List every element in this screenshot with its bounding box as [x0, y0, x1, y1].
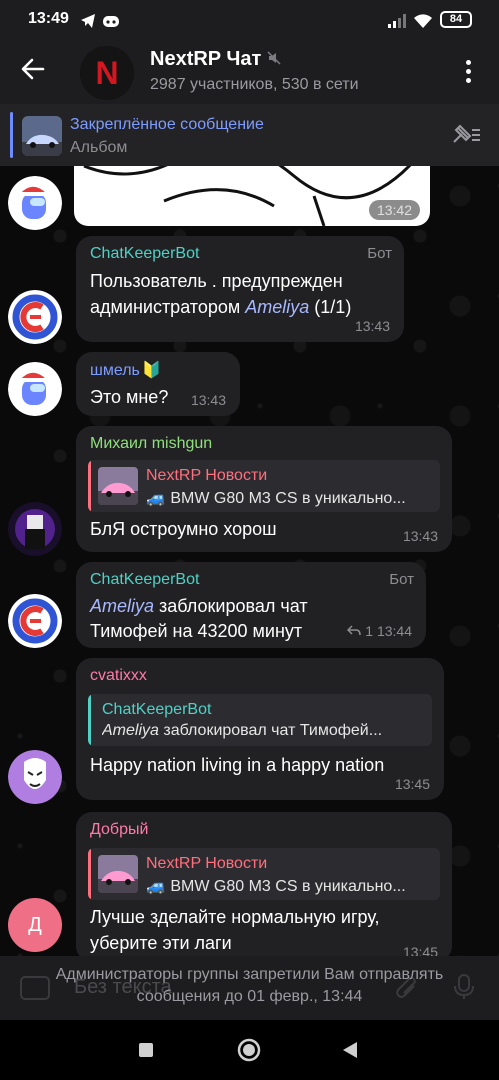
- sender-name[interactable]: шмель 🔰: [90, 360, 162, 380]
- pinned-message-bar[interactable]: Закреплённое сообщение Альбом: [0, 104, 499, 166]
- message-time: 13:43: [354, 318, 390, 334]
- mention-link[interactable]: Ameliya: [245, 297, 309, 317]
- reply-count: 1: [365, 623, 374, 639]
- wifi-icon: [413, 13, 433, 34]
- message-bubble[interactable]: ChatKeeperBot Бот Пользователь . предупр…: [76, 236, 404, 342]
- signal-icon: [387, 13, 407, 34]
- sender-name[interactable]: ChatKeeperBot: [90, 245, 199, 263]
- sender-name[interactable]: Михаил mishgun: [90, 435, 212, 453]
- chat-title[interactable]: NextRP Чат: [150, 48, 281, 71]
- composer-restricted: Без текста Администраторы группы запрети…: [0, 956, 499, 1020]
- avatar[interactable]: [8, 176, 62, 230]
- sender-name[interactable]: ChatKeeperBot: [90, 571, 199, 589]
- reply-preview[interactable]: NextRP Новости 🚙 BMW G80 M3 CS в уникаль…: [88, 460, 440, 512]
- reply-text: 🚙 BMW G80 M3 CS в уникально...: [146, 490, 406, 507]
- mention-link[interactable]: Ameliya: [90, 596, 154, 616]
- sender-name[interactable]: cvatixxx: [90, 667, 147, 685]
- restriction-line: сообщения до 01 февр., 13:44: [136, 988, 363, 1005]
- back-arrow-icon[interactable]: [20, 56, 46, 87]
- chat-avatar[interactable]: N: [80, 46, 134, 100]
- chat-header: N NextRP Чат 2987 участников, 530 в сети: [0, 42, 499, 104]
- chat-avatar-letter: N: [95, 55, 118, 91]
- image-message[interactable]: 13:42: [74, 166, 430, 226]
- restriction-notice: Администраторы группы запретили Вам отпр…: [20, 964, 479, 1008]
- status-time: 13:49: [28, 10, 69, 27]
- restriction-line: Администраторы группы запретили Вам отпр…: [55, 966, 444, 983]
- battery-level: 84: [449, 13, 463, 25]
- avatar[interactable]: [8, 750, 62, 804]
- more-menu-icon[interactable]: [460, 58, 476, 88]
- message-text: Happy nation living in a happy nation: [90, 755, 385, 775]
- reply-sender: NextRP Новости: [146, 467, 268, 484]
- avatar[interactable]: [8, 502, 62, 556]
- message-text: администратором Ameliya (1/1): [90, 297, 352, 317]
- reply-thumbnail: [98, 467, 138, 505]
- message-time: 13:43: [190, 392, 226, 408]
- message-time: 13:42: [368, 200, 420, 220]
- replies-icon[interactable]: [347, 623, 362, 639]
- message-text: БлЯ остроумно хорош: [90, 519, 277, 539]
- message-text: Лучше зделайте нормальную игру,: [90, 907, 380, 927]
- chat-subtitle: 2987 участников, 530 в сети: [150, 76, 359, 93]
- reply-sender: NextRP Новости: [146, 855, 268, 872]
- message-time: 1 13:44: [347, 623, 412, 639]
- message-bubble[interactable]: Михаил mishgun NextRP Новости 🚙 BMW G80 …: [76, 426, 452, 552]
- message-text: Это мне?: [90, 387, 169, 407]
- avatar[interactable]: [8, 290, 62, 344]
- avatar[interactable]: [8, 362, 62, 416]
- message-text: Тимофей на 43200 минут: [90, 621, 303, 641]
- reply-text: Ameliya заблокировал чат Тимофей...: [102, 722, 383, 739]
- pinned-thumbnail: [22, 116, 62, 156]
- message-text: уберите эти лаги: [90, 933, 232, 953]
- chat-title-text: NextRP Чат: [150, 48, 262, 70]
- battery-icon: 84: [440, 11, 472, 28]
- back-nav-icon[interactable]: [342, 1041, 358, 1064]
- pinned-list-icon[interactable]: [450, 122, 482, 153]
- bot-tag: Бот: [389, 571, 414, 588]
- muted-icon: [267, 51, 281, 68]
- message-time: 13:43: [402, 528, 438, 544]
- discord-icon: [102, 13, 120, 34]
- message-text: Ameliya заблокировал чат: [90, 596, 308, 616]
- message-bubble[interactable]: шмель 🔰 Это мне? 13:43: [76, 352, 240, 416]
- pinned-title: Закреплённое сообщение: [70, 116, 264, 133]
- reply-preview[interactable]: ChatKeeperBot Ameliya заблокировал чат Т…: [88, 694, 432, 746]
- message-time: 13:45: [394, 776, 430, 792]
- status-bar: 13:49 84: [0, 0, 499, 42]
- recents-icon[interactable]: [138, 1042, 154, 1063]
- reply-sender: ChatKeeperBot: [102, 701, 212, 718]
- avatar[interactable]: Д: [8, 898, 62, 952]
- reply-preview[interactable]: NextRP Новости 🚙 BMW G80 M3 CS в уникаль…: [88, 848, 440, 900]
- message-text: Пользователь . предупрежден: [90, 271, 343, 291]
- avatar-letter: Д: [28, 914, 42, 936]
- message-bubble[interactable]: cvatixxx ChatKeeperBot Ameliya заблокиро…: [76, 658, 444, 800]
- message-bubble[interactable]: ChatKeeperBot Бот Ameliya заблокировал ч…: [76, 562, 426, 648]
- message-list[interactable]: 13:42 ChatKeeperBot Бот Пользователь . п…: [0, 166, 499, 956]
- system-nav-bar: [0, 1020, 499, 1080]
- message-bubble[interactable]: Добрый NextRP Новости 🚙 BMW G80 M3 CS в …: [76, 812, 452, 956]
- home-icon[interactable]: [237, 1038, 261, 1067]
- avatar[interactable]: [8, 594, 62, 648]
- sender-name[interactable]: Добрый: [90, 821, 148, 839]
- telegram-icon: [80, 13, 96, 34]
- bot-tag: Бот: [367, 245, 392, 262]
- pinned-indicator: [10, 112, 13, 158]
- pinned-subtitle: Альбом: [70, 139, 128, 156]
- reply-thumbnail: [98, 855, 138, 893]
- reply-text: 🚙 BMW G80 M3 CS в уникально...: [146, 878, 406, 895]
- message-time: 13:45: [402, 944, 438, 956]
- beginner-badge-icon: 🔰: [141, 362, 162, 379]
